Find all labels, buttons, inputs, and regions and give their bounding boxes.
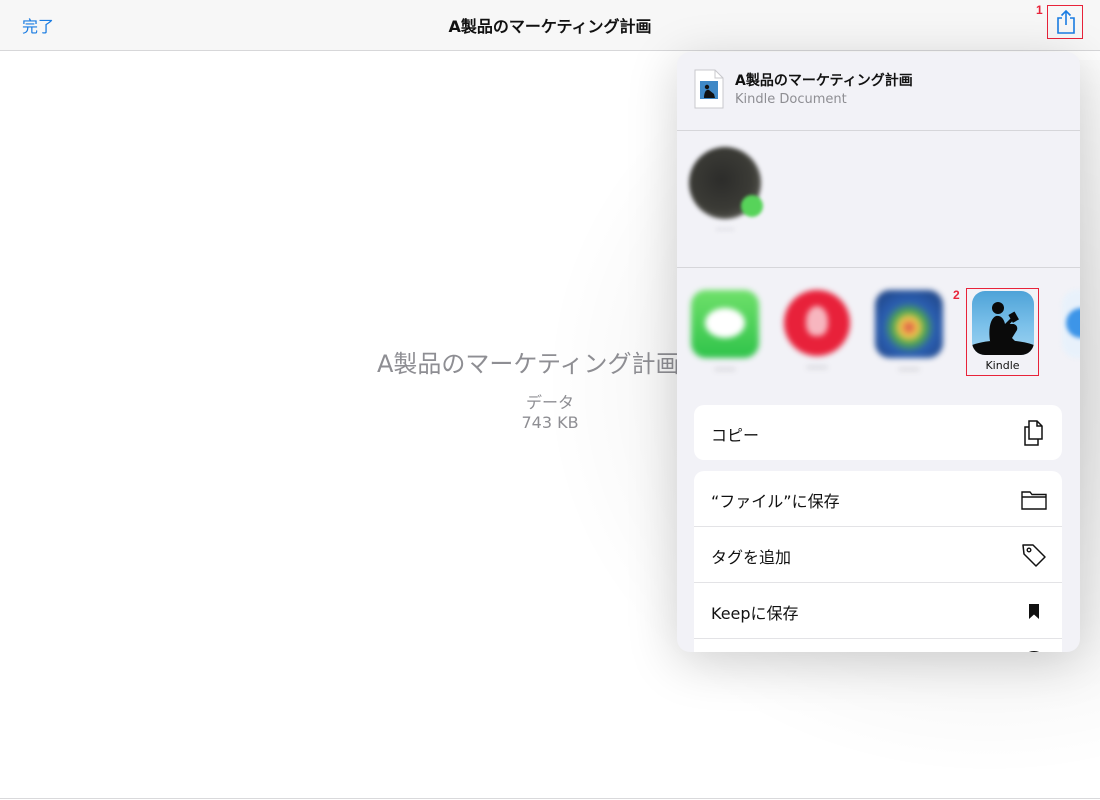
kindle-app[interactable]: Kindle [966, 288, 1039, 376]
app-label-blurred: ······ [898, 363, 920, 376]
action-group-copy: コピー [694, 405, 1062, 460]
share-sheet: A製品のマーケティング計画 Kindle Document ······ ···… [677, 52, 1080, 652]
save-to-files-label: “ファイル”に保存 [711, 492, 840, 511]
contact-suggestion[interactable]: ······ [689, 147, 763, 257]
action-group-main: “ファイル”に保存 タグを追加 Keepに保存 [694, 471, 1062, 652]
preview-file-kind: データ [525, 393, 574, 412]
kindle-app-label: Kindle [985, 359, 1020, 372]
tag-icon [1020, 541, 1048, 569]
partial-action-icon [1020, 651, 1048, 652]
messages-badge-icon [741, 195, 763, 217]
contact-name-blurred: ······ [715, 225, 735, 236]
preview-title: A製品のマーケティング計画 [377, 350, 677, 378]
nav-title: A製品のマーケティング計画 [448, 17, 652, 36]
copy-action[interactable]: コピー [694, 405, 1062, 460]
browser-icon [875, 290, 943, 358]
pinterest-icon [784, 290, 850, 356]
app-label-blurred: ······ [806, 361, 828, 374]
app-label-blurred: ······ [714, 363, 736, 376]
copy-icon [1020, 419, 1048, 447]
partial-app-icon[interactable] [1062, 290, 1080, 358]
share-icon [1057, 9, 1075, 34]
kindle-document-icon [694, 69, 724, 109]
add-tag-action[interactable]: タグを追加 [694, 527, 1062, 583]
save-to-keep-label: Keepに保存 [711, 604, 799, 623]
messages-icon [691, 290, 759, 358]
action-list: コピー “ファイル”に保存 タグを追加 Keepに保存 [694, 405, 1062, 652]
partial-action-row[interactable] [694, 639, 1062, 652]
copy-action-label: コピー [711, 426, 760, 445]
annotation-marker-2: 2 [953, 288, 960, 302]
save-to-files-action[interactable]: “ファイル”に保存 [694, 471, 1062, 527]
pinterest-app[interactable]: ······ [781, 290, 853, 374]
airdrop-people-row: ······ [677, 131, 1080, 268]
preview-file-size: 743 KB [521, 413, 579, 432]
annotation-marker-1: 1 [1036, 3, 1043, 17]
save-to-keep-action[interactable]: Keepに保存 [694, 583, 1062, 639]
add-tag-label: タグを追加 [711, 548, 792, 567]
messages-app[interactable]: ······ [689, 290, 761, 376]
document-type: Kindle Document [735, 92, 847, 107]
app-share-row: ······ ······ ······ 2 Kindle [677, 268, 1080, 386]
share-button[interactable] [1047, 5, 1083, 39]
navigation-bar: 完了 A製品のマーケティング計画 1 [0, 0, 1100, 51]
browser-app[interactable]: ······ [873, 290, 945, 376]
bookmark-icon [1020, 597, 1048, 625]
folder-icon [1020, 485, 1048, 513]
bottom-divider [0, 798, 1100, 799]
kindle-icon [972, 291, 1034, 355]
document-name: A製品のマーケティング計画 [735, 73, 913, 89]
share-sheet-header: A製品のマーケティング計画 Kindle Document [677, 52, 1080, 131]
